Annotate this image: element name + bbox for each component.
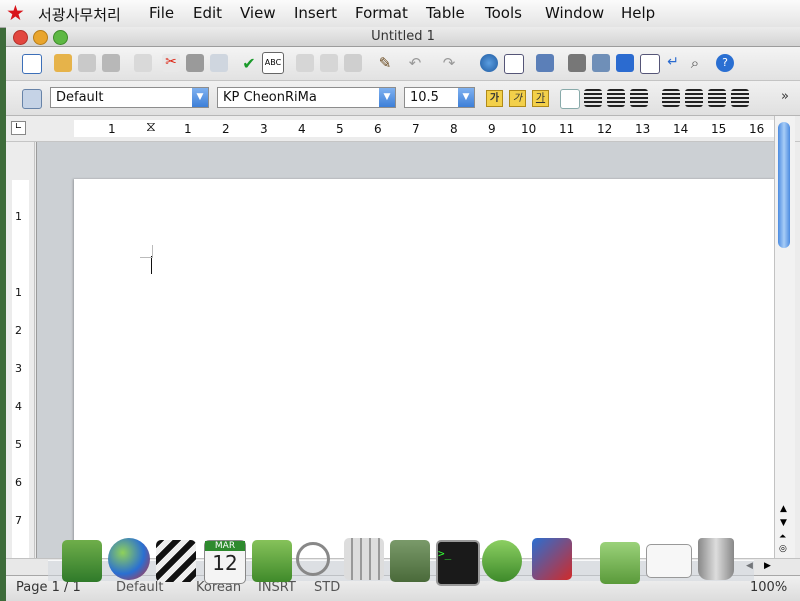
underline-icon[interactable]: 가 bbox=[532, 90, 549, 107]
menu-table[interactable]: Table bbox=[426, 4, 465, 22]
undo-icon[interactable]: ↶ bbox=[406, 54, 424, 72]
gallery-icon[interactable] bbox=[616, 54, 634, 72]
globe-icon[interactable] bbox=[108, 538, 150, 580]
autospellcheck-icon[interactable]: ABC bbox=[262, 52, 284, 74]
copy-icon[interactable] bbox=[320, 54, 338, 72]
scrollbar-thumb[interactable] bbox=[778, 122, 790, 248]
open-folder-icon[interactable] bbox=[54, 54, 72, 72]
document-window: Untitled 1 ✂ ✔ ABC ✎ ↶ ↷ ↵ ⌕ ? Default ▼… bbox=[6, 27, 800, 601]
title-bar[interactable]: Untitled 1 bbox=[6, 27, 800, 47]
navigator-icon[interactable] bbox=[592, 54, 610, 72]
page-style[interactable]: Default bbox=[116, 580, 164, 595]
indent-marker-icon[interactable]: ⧖ bbox=[146, 119, 156, 135]
table-icon[interactable] bbox=[504, 54, 524, 74]
show-draw-functions-icon[interactable] bbox=[536, 54, 554, 72]
vertical-scrollbar[interactable]: ▲ ▼ ⏶ ◎ ⏷ bbox=[774, 116, 795, 566]
text-boundary-mark bbox=[140, 245, 153, 258]
scroll-down-icon[interactable]: ▼ bbox=[780, 518, 787, 528]
document-canvas[interactable] bbox=[36, 142, 776, 579]
chevron-down-icon: ▼ bbox=[192, 88, 208, 107]
redo-icon[interactable]: ↷ bbox=[440, 54, 458, 72]
previous-page-icon[interactable]: ⏶ bbox=[779, 532, 786, 542]
find-replace-icon[interactable] bbox=[568, 54, 586, 72]
align-left-icon[interactable] bbox=[560, 89, 580, 109]
zoom-icon[interactable]: ⌕ bbox=[686, 54, 704, 72]
edit-file-icon[interactable] bbox=[134, 54, 152, 72]
app-name-menu[interactable]: 서광사무처리 bbox=[38, 4, 121, 25]
align-right-icon[interactable] bbox=[607, 89, 625, 107]
window-title: Untitled 1 bbox=[371, 29, 435, 44]
spellcheck-icon[interactable]: ✔ bbox=[240, 54, 258, 73]
menu-window[interactable]: Window bbox=[545, 4, 604, 22]
print-icon[interactable] bbox=[186, 54, 204, 72]
paste-icon[interactable] bbox=[344, 54, 362, 72]
mail-icon[interactable] bbox=[646, 544, 692, 578]
calculator-icon[interactable] bbox=[344, 538, 384, 580]
align-center-icon[interactable] bbox=[584, 89, 602, 107]
print-preview-icon[interactable] bbox=[210, 54, 228, 72]
paragraph-style-select[interactable]: Default ▼ bbox=[50, 87, 209, 108]
toolbar-overflow-icon[interactable]: » bbox=[776, 89, 794, 107]
bookmark-app-icon[interactable] bbox=[62, 540, 102, 582]
magnifier-icon[interactable] bbox=[296, 542, 330, 576]
help-network-icon[interactable] bbox=[482, 540, 522, 582]
text-cursor bbox=[151, 256, 152, 274]
menu-format[interactable]: Format bbox=[355, 4, 408, 22]
page-indicator[interactable]: Page 1 / 1 bbox=[16, 580, 81, 595]
data-sources-icon[interactable] bbox=[640, 54, 660, 74]
menu-tools[interactable]: Tools bbox=[485, 4, 522, 22]
folder-icon[interactable] bbox=[600, 542, 640, 584]
save-icon[interactable] bbox=[78, 54, 96, 72]
nonprinting-characters-icon[interactable]: ↵ bbox=[664, 54, 682, 72]
menu-edit[interactable]: Edit bbox=[193, 4, 222, 22]
selection-mode-indicator[interactable]: STD bbox=[314, 580, 340, 595]
zoom-percentage[interactable]: 100% bbox=[750, 580, 787, 595]
office-app-icon[interactable] bbox=[532, 538, 572, 580]
font-size-select[interactable]: 10.5 ▼ bbox=[404, 87, 475, 108]
dock: MAR 12 >_ bbox=[48, 534, 754, 586]
terminal-icon[interactable]: >_ bbox=[436, 540, 480, 586]
bold-icon[interactable]: 가 bbox=[486, 90, 503, 107]
menu-bar: ★ 서광사무처리 File Edit View Insert Format Ta… bbox=[0, 0, 800, 28]
menu-help[interactable]: Help bbox=[621, 4, 655, 22]
chevron-down-icon: ▼ bbox=[458, 88, 474, 107]
vertical-ruler[interactable]: 1 1 2 3 4 5 6 7 bbox=[6, 142, 35, 564]
document-page[interactable] bbox=[74, 179, 776, 579]
address-book-icon[interactable] bbox=[252, 540, 292, 582]
star-logo-icon[interactable]: ★ bbox=[6, 1, 25, 25]
hyperlink-icon[interactable] bbox=[480, 54, 498, 72]
format-paintbrush-icon[interactable]: ✎ bbox=[376, 54, 394, 72]
numbering-icon[interactable] bbox=[662, 89, 680, 107]
trash-icon[interactable] bbox=[698, 538, 734, 580]
export-pdf-icon[interactable]: ✂ bbox=[162, 54, 180, 72]
new-document-icon[interactable] bbox=[22, 54, 42, 74]
menu-view[interactable]: View bbox=[240, 4, 276, 22]
menu-insert[interactable]: Insert bbox=[294, 4, 337, 22]
movie-clapper-icon[interactable] bbox=[156, 540, 196, 582]
menu-file[interactable]: File bbox=[149, 4, 174, 22]
ruler-scale: 1 ⧖ 1 2 3 4 5 6 7 8 9 10 11 12 13 14 15 … bbox=[74, 119, 774, 137]
scroll-up-icon[interactable]: ▲ bbox=[780, 504, 787, 514]
vertical-ruler-scale: 1 1 2 3 4 5 6 7 bbox=[12, 180, 29, 564]
justify-icon[interactable] bbox=[630, 89, 648, 107]
italic-icon[interactable]: 가 bbox=[509, 90, 526, 107]
scroll-right-icon[interactable]: ▶ bbox=[764, 561, 771, 571]
styles-formatting-icon[interactable] bbox=[22, 89, 42, 109]
calendar-icon[interactable]: MAR 12 bbox=[204, 540, 246, 584]
formatting-toolbar: Default ▼ KP CheonRiMa ▼ 10.5 ▼ 가 가 가 » bbox=[6, 81, 800, 116]
help-icon[interactable]: ? bbox=[716, 54, 734, 72]
chevron-down-icon: ▼ bbox=[379, 88, 395, 107]
tab-stop-selector-icon[interactable]: ∟ bbox=[11, 121, 26, 135]
bullets-icon[interactable] bbox=[685, 89, 703, 107]
standard-toolbar: ✂ ✔ ABC ✎ ↶ ↷ ↵ ⌕ ? bbox=[6, 47, 800, 81]
insert-mode-indicator[interactable]: INSRT bbox=[258, 580, 296, 595]
navigation-icon[interactable]: ◎ bbox=[779, 544, 787, 554]
decrease-indent-icon[interactable] bbox=[708, 89, 726, 107]
increase-indent-icon[interactable] bbox=[731, 89, 749, 107]
font-name-select[interactable]: KP CheonRiMa ▼ bbox=[217, 87, 396, 108]
send-document-icon[interactable] bbox=[102, 54, 120, 72]
system-preferences-icon[interactable] bbox=[390, 540, 430, 582]
cut-icon[interactable] bbox=[296, 54, 314, 72]
horizontal-ruler[interactable]: ∟ 1 ⧖ 1 2 3 4 5 6 7 8 9 10 11 12 13 14 1… bbox=[6, 116, 800, 142]
